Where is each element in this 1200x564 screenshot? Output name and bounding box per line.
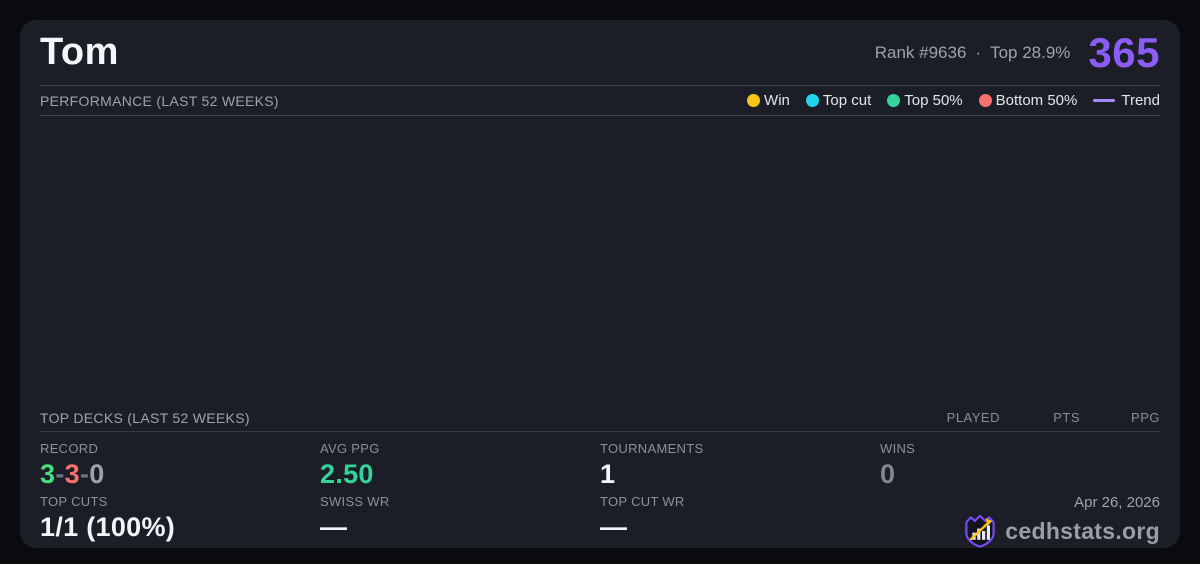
avg-ppg-value: 2.50 <box>320 459 600 490</box>
top50-dot-icon <box>887 94 900 107</box>
swiss-wr-value: — <box>320 512 600 543</box>
stats-grid: RECORD 3-3-0 AVG PPG 2.50 TOURNAMENTS 1 … <box>40 432 1160 553</box>
stat-avg-ppg: AVG PPG 2.50 <box>320 437 600 490</box>
rank-separator: · <box>975 43 981 63</box>
brand-text: cedhstats.org <box>1005 518 1160 545</box>
player-name: Tom <box>40 31 119 74</box>
legend-item-top50: Top 50% <box>887 92 962 109</box>
stat-label: RECORD <box>40 441 320 456</box>
performance-title: PERFORMANCE (LAST 52 WEEKS) <box>40 93 279 109</box>
card-header: Tom Rank #9636 · Top 28.9% 365 <box>40 20 1160 86</box>
rank-number: Rank #9636 <box>875 43 967 63</box>
win-dot-icon <box>747 94 760 107</box>
stat-label: TOP CUTS <box>40 494 320 509</box>
legend-label: Trend <box>1121 92 1160 109</box>
bottom50-dot-icon <box>979 94 992 107</box>
legend-label: Bottom 50% <box>996 92 1078 109</box>
record-losses: 3 <box>65 459 80 489</box>
top-decks-columns: PLAYED PTS PPG <box>904 410 1160 425</box>
stat-label: TOURNAMENTS <box>600 441 880 456</box>
stat-wins: WINS 0 <box>880 437 1160 490</box>
stat-swiss-wr: SWISS WR — <box>320 490 600 553</box>
legend-item-win: Win <box>747 92 790 109</box>
trend-line-icon <box>1093 99 1115 102</box>
column-played: PLAYED <box>904 410 1000 425</box>
legend-item-bottom50: Bottom 50% <box>979 92 1078 109</box>
footer: Apr 26, 2026 cedhstats.org <box>880 490 1160 553</box>
cedhstats-shield-logo-icon <box>964 514 996 548</box>
stat-top-cut-wr: TOP CUT WR — <box>600 490 880 553</box>
top-cut-wr-value: — <box>600 512 880 543</box>
wins-value: 0 <box>880 459 1160 490</box>
header-right: Rank #9636 · Top 28.9% 365 <box>875 29 1160 77</box>
legend-label: Top 50% <box>904 92 962 109</box>
column-pts: PTS <box>1000 410 1080 425</box>
score-value: 365 <box>1088 29 1160 77</box>
stat-label: SWISS WR <box>320 494 600 509</box>
top-decks-title: TOP DECKS (LAST 52 WEEKS) <box>40 410 250 426</box>
tournaments-value: 1 <box>600 459 880 490</box>
legend-label: Win <box>764 92 790 109</box>
stat-tournaments: TOURNAMENTS 1 <box>600 437 880 490</box>
brand: cedhstats.org <box>964 514 1160 548</box>
record-wins: 3 <box>40 459 55 489</box>
chart-legend: Win Top cut Top 50% Bottom 50% Trend <box>747 92 1160 109</box>
legend-item-top-cut: Top cut <box>806 92 871 109</box>
stat-top-cuts: TOP CUTS 1/1 (100%) <box>40 490 320 553</box>
legend-item-trend: Trend <box>1093 92 1160 109</box>
record-draws: 0 <box>89 459 104 489</box>
performance-chart <box>40 116 1160 404</box>
stat-label: AVG PPG <box>320 441 600 456</box>
stat-label: WINS <box>880 441 1160 456</box>
legend-label: Top cut <box>823 92 871 109</box>
top-cuts-value: 1/1 (100%) <box>40 512 320 543</box>
record-value: 3-3-0 <box>40 459 320 490</box>
top-decks-header: TOP DECKS (LAST 52 WEEKS) PLAYED PTS PPG <box>40 404 1160 432</box>
stat-label: TOP CUT WR <box>600 494 880 509</box>
record-separator: - <box>80 459 89 489</box>
top-percent: Top 28.9% <box>990 43 1070 63</box>
stat-record: RECORD 3-3-0 <box>40 437 320 490</box>
rank-info: Rank #9636 · Top 28.9% <box>875 43 1071 63</box>
top-cut-dot-icon <box>806 94 819 107</box>
performance-header: PERFORMANCE (LAST 52 WEEKS) Win Top cut … <box>40 86 1160 116</box>
date: Apr 26, 2026 <box>880 494 1160 511</box>
player-stats-card: Tom Rank #9636 · Top 28.9% 365 PERFORMAN… <box>20 20 1180 548</box>
record-separator: - <box>55 459 64 489</box>
column-ppg: PPG <box>1080 410 1160 425</box>
